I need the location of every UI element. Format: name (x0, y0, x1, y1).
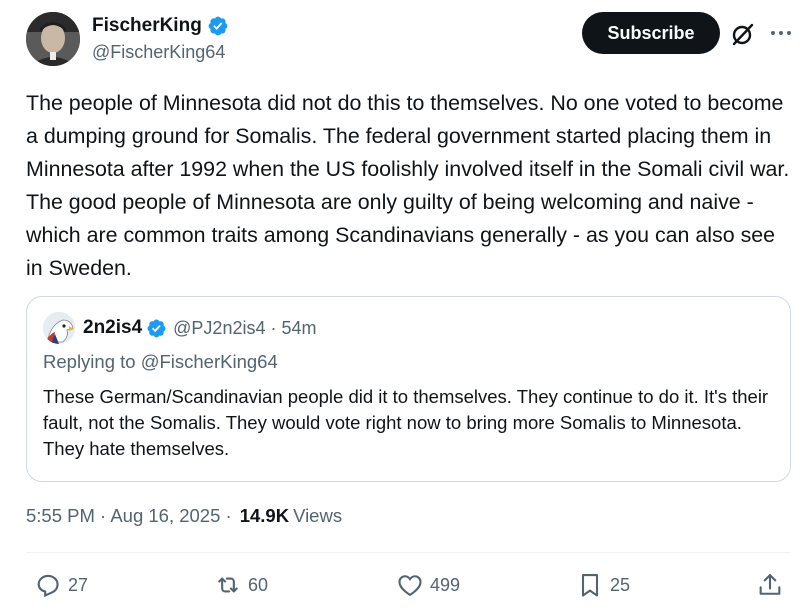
subscribe-button[interactable]: Subscribe (582, 12, 720, 54)
author-avatar[interactable] (26, 12, 80, 66)
quoted-tweet-header: 2n2is4 @PJ2n2is4 · 54m (43, 312, 317, 344)
replying-to: Replying to @FischerKing64 (43, 351, 278, 373)
tweet-text: The people of Minnesota did not do this … (26, 91, 790, 280)
quoted-author-avatar[interactable] (43, 312, 75, 344)
verified-badge-icon[interactable] (146, 318, 167, 339)
repost-button[interactable]: 60 (214, 565, 268, 605)
like-button[interactable]: 499 (396, 565, 460, 605)
reply-icon (37, 574, 59, 598)
action-bar: 27 60 499 25 (26, 565, 791, 605)
heart-icon (398, 575, 422, 597)
quoted-tweet-card[interactable]: 2n2is4 @PJ2n2is4 · 54m Replying to @Fisc… (26, 296, 791, 482)
tweet-header: FischerKing @FischerKing64 Subscribe (26, 12, 796, 68)
author-handle[interactable]: @FischerKing64 (92, 42, 229, 63)
share-icon (759, 574, 781, 595)
quoted-author-display-name[interactable]: 2n2is4 (83, 317, 142, 339)
author-name-block: FischerKing @FischerKing64 (92, 14, 229, 63)
repost-count: 60 (248, 574, 269, 595)
grok-icon[interactable] (730, 21, 756, 47)
more-icon[interactable] (768, 20, 794, 46)
quoted-tweet-text: These German/Scandinavian people did it … (43, 386, 769, 459)
replying-to-handle[interactable]: @FischerKing64 (141, 351, 278, 372)
author-display-name[interactable]: FischerKing (92, 15, 202, 37)
bookmark-count: 25 (610, 574, 631, 595)
tweet-timestamp[interactable]: 5:55 PM · Aug 16, 2025 · (26, 505, 232, 527)
views-label: Views (293, 505, 343, 526)
like-count: 499 (430, 574, 461, 595)
views-count: 14.9K (239, 505, 290, 526)
verified-badge-icon[interactable] (207, 15, 229, 37)
quoted-author-handle-time[interactable]: @PJ2n2is4 · 54m (173, 318, 316, 339)
tweet-meta: 5:55 PM · Aug 16, 2025 · 14.9K Views (26, 505, 342, 527)
bookmark-button[interactable]: 25 (576, 565, 630, 605)
reply-button[interactable]: 27 (34, 565, 88, 605)
repost-icon (218, 577, 238, 593)
bookmark-icon (581, 574, 599, 597)
divider (26, 552, 791, 553)
reply-count: 27 (68, 574, 89, 595)
replying-to-prefix: Replying to (43, 351, 141, 372)
share-button[interactable] (756, 565, 790, 605)
